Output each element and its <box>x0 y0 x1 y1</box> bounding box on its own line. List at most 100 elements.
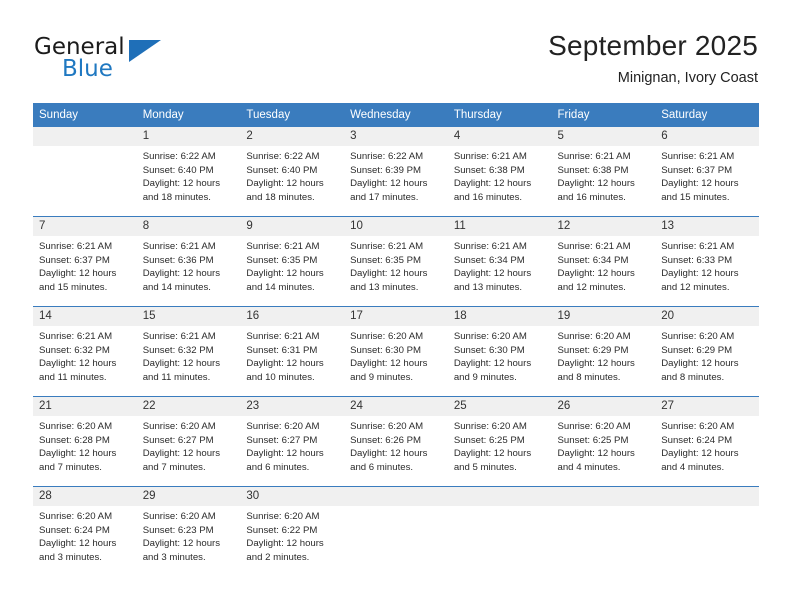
calendar-cell[interactable]: 16 Sunrise: 6:21 AM Sunset: 6:31 PM Dayligh… <box>240 307 345 397</box>
daylight-text-line1: Daylight: 12 hours <box>39 268 117 280</box>
calendar-cell[interactable]: 23 Sunrise: 6:20 AM Sunset: 6:27 PM Dayligh… <box>240 397 345 487</box>
sunrise-text: Sunrise: 6:22 AM <box>142 151 216 162</box>
day-cell[interactable]: 19 Sunrise: 6:20 AM Sunset: 6:29 PM Dayligh… <box>551 307 656 396</box>
day-cell[interactable]: 30 Sunrise: 6:20 AM Sunset: 6:22 PM Dayligh… <box>240 487 345 576</box>
calendar-cell[interactable]: 12 Sunrise: 6:21 AM Sunset: 6:34 PM Dayligh… <box>551 217 656 307</box>
day-number: 14 <box>33 307 137 326</box>
day-cell[interactable]: 7 Sunrise: 6:21 AM Sunset: 6:37 PM Daylight… <box>33 217 137 306</box>
calendar-cell[interactable]: 3 Sunrise: 6:22 AM Sunset: 6:39 PM Daylight… <box>344 127 448 217</box>
sunrise-text: Sunrise: 6:21 AM <box>661 241 735 252</box>
calendar-cell[interactable]: 13 Sunrise: 6:21 AM Sunset: 6:33 PM Dayligh… <box>655 217 759 307</box>
sunset-text: Sunset: 6:25 PM <box>453 434 525 446</box>
sunset-text: Sunset: 6:38 PM <box>557 164 629 176</box>
daylight-text-line1: Daylight: 12 hours <box>142 268 221 280</box>
day-number: 3 <box>344 127 448 146</box>
day-cell[interactable]: 11 Sunrise: 6:21 AM Sunset: 6:34 PM Dayligh… <box>447 217 552 306</box>
calendar-cell[interactable]: 1 Sunrise: 6:22 AM Sunset: 6:40 PM Daylight… <box>136 127 241 217</box>
calendar-cell[interactable]: 18 Sunrise: 6:20 AM Sunset: 6:30 PM Dayligh… <box>447 307 552 397</box>
calendar-cell[interactable]: 10 Sunrise: 6:21 AM Sunset: 6:35 PM Dayligh… <box>344 217 448 307</box>
day-cell[interactable]: 24 Sunrise: 6:20 AM Sunset: 6:26 PM Dayligh… <box>344 397 448 486</box>
daylight-text-line1: Daylight: 12 hours <box>39 538 117 550</box>
sunrise-text: Sunrise: 6:21 AM <box>39 241 113 252</box>
day-cell[interactable]: 12 Sunrise: 6:21 AM Sunset: 6:34 PM Dayligh… <box>551 217 656 306</box>
day-cell[interactable]: 16 Sunrise: 6:21 AM Sunset: 6:31 PM Dayligh… <box>240 307 345 396</box>
day-cell[interactable]: 4 Sunrise: 6:21 AM Sunset: 6:38 PM Daylight… <box>447 127 552 216</box>
day-number: 22 <box>136 397 241 416</box>
day-cell[interactable]: 8 Sunrise: 6:21 AM Sunset: 6:36 PM Daylight… <box>136 217 241 306</box>
day-details: Sunrise: 6:22 AM Sunset: 6:40 PM Daylight:… <box>137 146 241 204</box>
calendar-cell[interactable]: 24 Sunrise: 6:20 AM Sunset: 6:26 PM Dayligh… <box>344 397 448 487</box>
calendar-cell[interactable]: 19 Sunrise: 6:20 AM Sunset: 6:29 PM Dayligh… <box>551 307 656 397</box>
daylight-text-line1: Daylight: 12 hours <box>246 448 324 460</box>
calendar-cell[interactable]: 27 Sunrise: 6:20 AM Sunset: 6:24 PM Dayligh… <box>655 397 759 487</box>
day-cell[interactable]: 27 Sunrise: 6:20 AM Sunset: 6:24 PM Dayligh… <box>655 397 759 486</box>
daylight-text-line1: Daylight: 12 hours <box>350 178 428 190</box>
day-details: Sunrise: 6:21 AM Sunset: 6:32 PM Daylight:… <box>33 326 137 384</box>
sunrise-text: Sunrise: 6:20 AM <box>142 511 216 522</box>
calendar-cell[interactable]: 20 Sunrise: 6:20 AM Sunset: 6:29 PM Dayligh… <box>655 307 759 397</box>
calendar-week-row: 14 Sunrise: 6:21 AM Sunset: 6:32 PM Dayligh… <box>33 306 759 397</box>
day-cell[interactable]: 13 Sunrise: 6:21 AM Sunset: 6:33 PM Dayligh… <box>655 217 759 306</box>
day-cell[interactable]: 2 Sunrise: 6:22 AM Sunset: 6:40 PM Daylight… <box>240 127 345 216</box>
calendar-cell <box>344 487 448 576</box>
calendar-cell[interactable]: 5 Sunrise: 6:21 AM Sunset: 6:38 PM Daylight… <box>551 127 656 217</box>
daylight-text-line1: Daylight: 12 hours <box>350 448 428 460</box>
day-cell[interactable]: 10 Sunrise: 6:21 AM Sunset: 6:35 PM Dayligh… <box>344 217 448 306</box>
sunrise-text: Sunrise: 6:20 AM <box>350 331 424 342</box>
location-subtitle: Minignan, Ivory Coast <box>617 70 758 87</box>
day-details: Sunrise: 6:20 AM Sunset: 6:27 PM Daylight:… <box>240 416 344 474</box>
day-cell[interactable]: 25 Sunrise: 6:20 AM Sunset: 6:25 PM Dayligh… <box>447 397 552 486</box>
sunset-text: Sunset: 6:37 PM <box>661 164 733 176</box>
calendar-cell[interactable]: 17 Sunrise: 6:20 AM Sunset: 6:30 PM Dayligh… <box>344 307 448 397</box>
day-cell[interactable]: 28 Sunrise: 6:20 AM Sunset: 6:24 PM Dayligh… <box>33 487 137 576</box>
weekday-header-friday: Friday <box>551 103 656 127</box>
calendar-cell[interactable]: 15 Sunrise: 6:21 AM Sunset: 6:32 PM Dayligh… <box>136 307 241 397</box>
calendar-cell[interactable]: 6 Sunrise: 6:21 AM Sunset: 6:37 PM Daylight… <box>655 127 759 217</box>
day-cell[interactable]: 21 Sunrise: 6:20 AM Sunset: 6:28 PM Dayligh… <box>33 397 137 486</box>
calendar-cell[interactable]: 8 Sunrise: 6:21 AM Sunset: 6:36 PM Daylight… <box>136 217 241 307</box>
day-cell[interactable]: 23 Sunrise: 6:20 AM Sunset: 6:27 PM Dayligh… <box>240 397 345 486</box>
calendar-cell[interactable]: 4 Sunrise: 6:21 AM Sunset: 6:38 PM Daylight… <box>447 127 552 217</box>
calendar-week-row: 7 Sunrise: 6:21 AM Sunset: 6:37 PM Daylight… <box>33 216 759 307</box>
day-number: 9 <box>240 217 345 236</box>
day-cell[interactable]: 22 Sunrise: 6:20 AM Sunset: 6:27 PM Dayligh… <box>136 397 241 486</box>
daylight-text-line2: and 16 minutes. <box>453 191 523 203</box>
day-cell[interactable]: 17 Sunrise: 6:20 AM Sunset: 6:30 PM Dayligh… <box>344 307 448 396</box>
calendar-cell[interactable]: 9 Sunrise: 6:21 AM Sunset: 6:35 PM Daylight… <box>240 217 345 307</box>
calendar-cell[interactable]: 25 Sunrise: 6:20 AM Sunset: 6:25 PM Dayligh… <box>447 397 552 487</box>
day-cell <box>33 127 137 216</box>
calendar-cell[interactable]: 21 Sunrise: 6:20 AM Sunset: 6:28 PM Dayligh… <box>33 397 137 487</box>
daylight-text-line2: and 13 minutes. <box>350 281 419 293</box>
day-cell[interactable]: 29 Sunrise: 6:20 AM Sunset: 6:23 PM Dayligh… <box>136 487 241 576</box>
calendar-cell[interactable]: 30 Sunrise: 6:20 AM Sunset: 6:22 PM Dayligh… <box>240 487 345 576</box>
day-cell[interactable]: 15 Sunrise: 6:21 AM Sunset: 6:32 PM Dayligh… <box>136 307 241 396</box>
day-cell[interactable]: 1 Sunrise: 6:22 AM Sunset: 6:40 PM Daylight… <box>136 127 241 216</box>
calendar-cell[interactable]: 26 Sunrise: 6:20 AM Sunset: 6:25 PM Dayligh… <box>551 397 656 487</box>
day-number: 25 <box>447 397 552 416</box>
daylight-text-line2: and 18 minutes. <box>246 191 315 203</box>
calendar-cell[interactable]: 28 Sunrise: 6:20 AM Sunset: 6:24 PM Dayligh… <box>33 487 137 576</box>
day-cell[interactable]: 14 Sunrise: 6:21 AM Sunset: 6:32 PM Dayligh… <box>33 307 137 396</box>
sunset-text: Sunset: 6:34 PM <box>557 254 629 266</box>
sunrise-text: Sunrise: 6:20 AM <box>557 331 631 342</box>
day-cell[interactable]: 3 Sunrise: 6:22 AM Sunset: 6:39 PM Daylight… <box>344 127 448 216</box>
sunrise-text: Sunrise: 6:22 AM <box>246 151 320 162</box>
day-cell[interactable]: 18 Sunrise: 6:20 AM Sunset: 6:30 PM Dayligh… <box>447 307 552 396</box>
day-details: Sunrise: 6:20 AM Sunset: 6:26 PM Daylight:… <box>344 416 448 474</box>
day-cell[interactable]: 5 Sunrise: 6:21 AM Sunset: 6:38 PM Daylight… <box>551 127 656 216</box>
day-cell[interactable]: 9 Sunrise: 6:21 AM Sunset: 6:35 PM Daylight… <box>240 217 345 306</box>
day-cell[interactable]: 6 Sunrise: 6:21 AM Sunset: 6:37 PM Daylight… <box>655 127 759 216</box>
weekday-header-thursday: Thursday <box>447 103 552 127</box>
calendar-cell[interactable]: 22 Sunrise: 6:20 AM Sunset: 6:27 PM Dayligh… <box>136 397 241 487</box>
day-details: Sunrise: 6:21 AM Sunset: 6:32 PM Daylight:… <box>137 326 241 384</box>
day-details: Sunrise: 6:21 AM Sunset: 6:38 PM Daylight:… <box>448 146 552 204</box>
calendar-cell[interactable]: 14 Sunrise: 6:21 AM Sunset: 6:32 PM Dayligh… <box>33 307 137 397</box>
day-cell[interactable]: 26 Sunrise: 6:20 AM Sunset: 6:25 PM Dayligh… <box>551 397 656 486</box>
day-details: Sunrise: 6:21 AM Sunset: 6:35 PM Daylight:… <box>344 236 448 294</box>
day-cell[interactable]: 20 Sunrise: 6:20 AM Sunset: 6:29 PM Dayligh… <box>655 307 759 396</box>
calendar-cell[interactable]: 29 Sunrise: 6:20 AM Sunset: 6:23 PM Dayligh… <box>136 487 241 576</box>
logo-general-blue[interactable]: General Blue <box>34 36 234 88</box>
calendar-cell[interactable]: 2 Sunrise: 6:22 AM Sunset: 6:40 PM Daylight… <box>240 127 345 217</box>
calendar-cell[interactable]: 7 Sunrise: 6:21 AM Sunset: 6:37 PM Daylight… <box>33 217 137 307</box>
calendar-cell[interactable]: 11 Sunrise: 6:21 AM Sunset: 6:34 PM Dayligh… <box>447 217 552 307</box>
